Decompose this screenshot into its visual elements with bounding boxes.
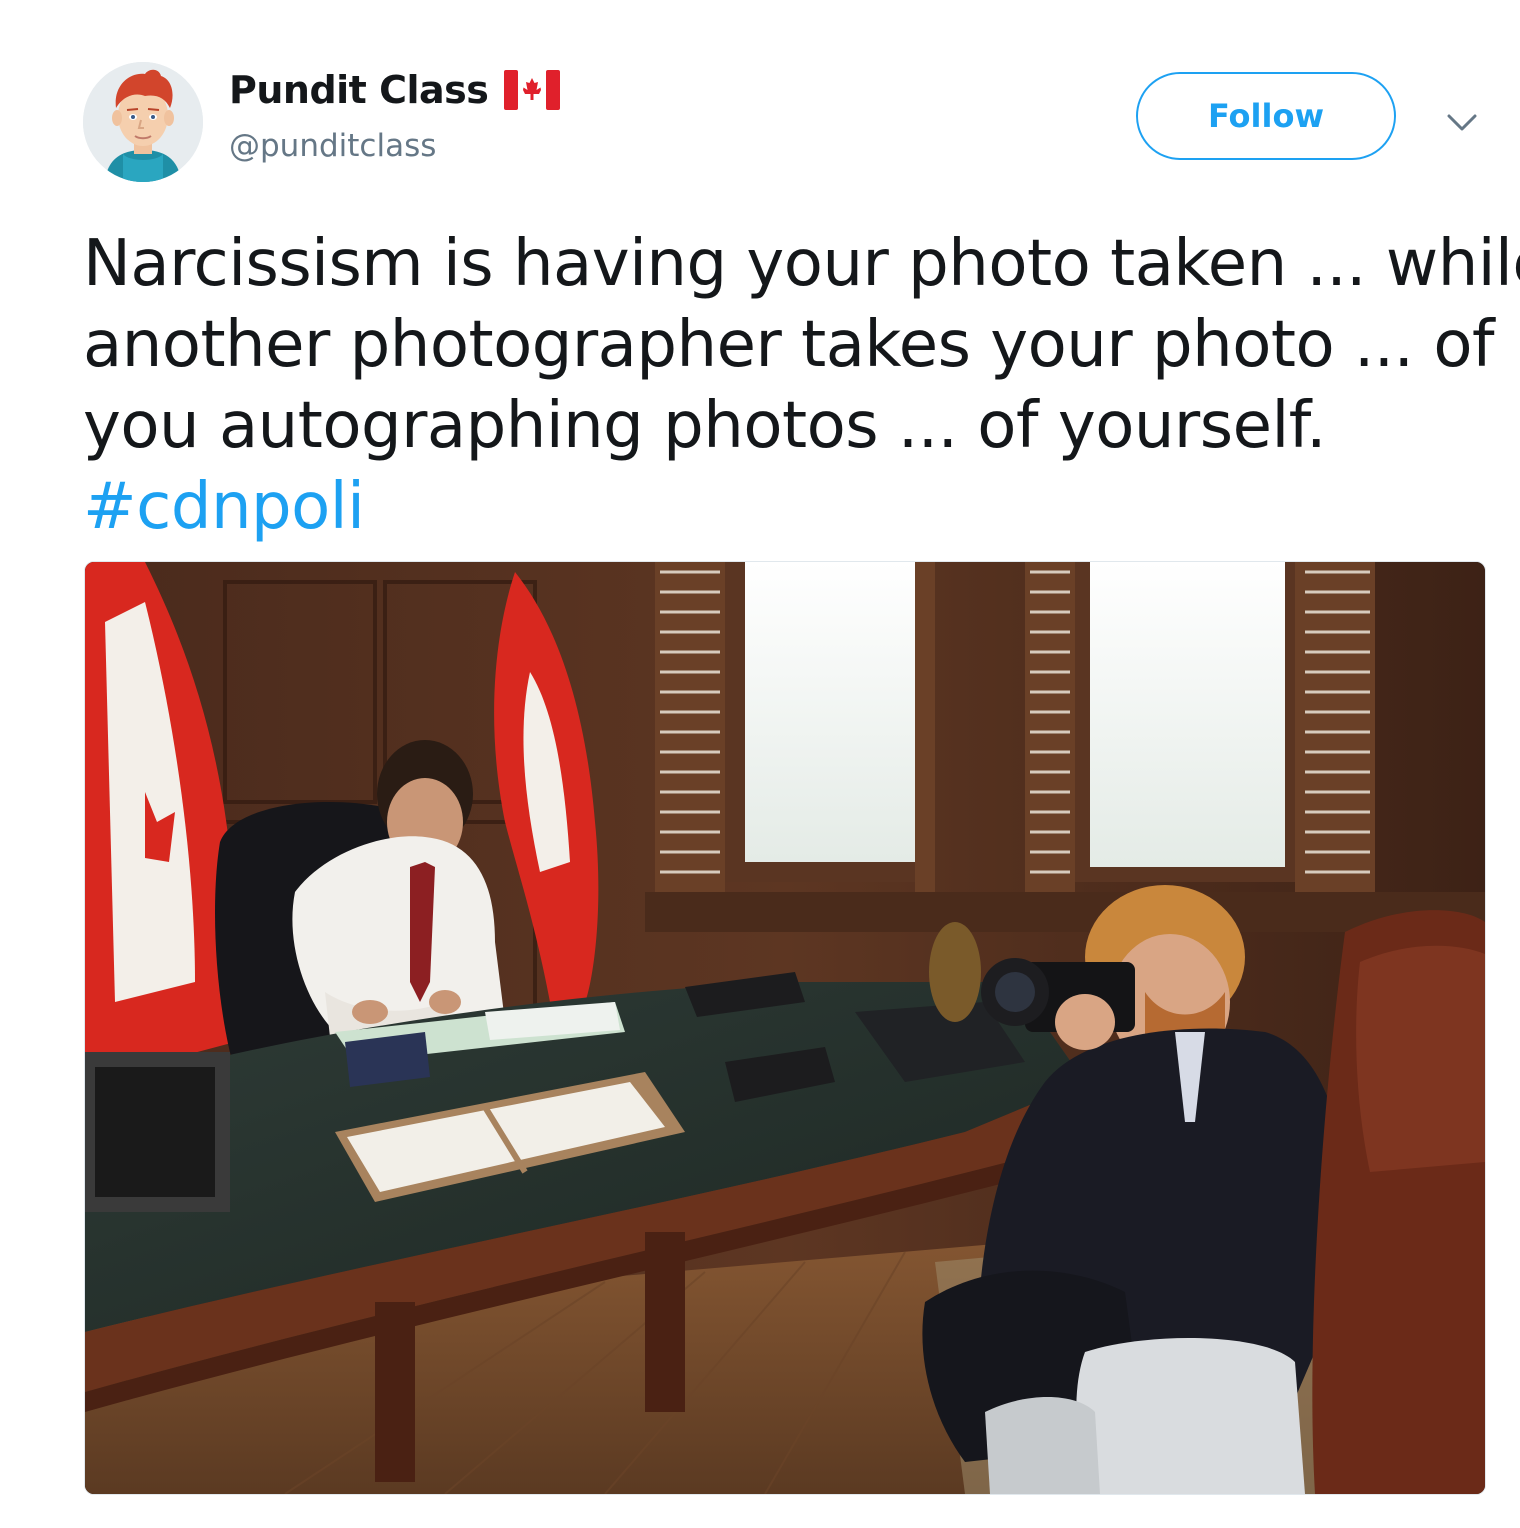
- author-name[interactable]: Pundit Class: [229, 68, 489, 112]
- tweet-text-line: Narcissism is having your photo taken ..…: [83, 227, 1520, 301]
- author-name-row[interactable]: Pundit Class: [229, 68, 561, 112]
- cartoon-avatar-icon: [83, 62, 203, 182]
- tweet-text-line: you autographing photos ... of yourself.: [83, 389, 1326, 463]
- canada-flag-icon: [504, 70, 561, 110]
- office-photo-image: [85, 562, 1485, 1494]
- author-avatar[interactable]: [83, 62, 203, 182]
- tweet-header: Pundit Class @punditclass Follow: [0, 0, 1520, 200]
- follow-button[interactable]: Follow: [1136, 72, 1396, 160]
- chevron-down-icon[interactable]: [1440, 104, 1484, 140]
- tweet-photo[interactable]: [84, 561, 1486, 1495]
- author-handle[interactable]: @punditclass: [229, 128, 436, 164]
- hashtag-link[interactable]: #cdnpoli: [83, 467, 1503, 548]
- tweet-text-line: another photographer takes your photo ..…: [83, 308, 1495, 382]
- tweet-text: Narcissism is having your photo taken ..…: [83, 224, 1520, 548]
